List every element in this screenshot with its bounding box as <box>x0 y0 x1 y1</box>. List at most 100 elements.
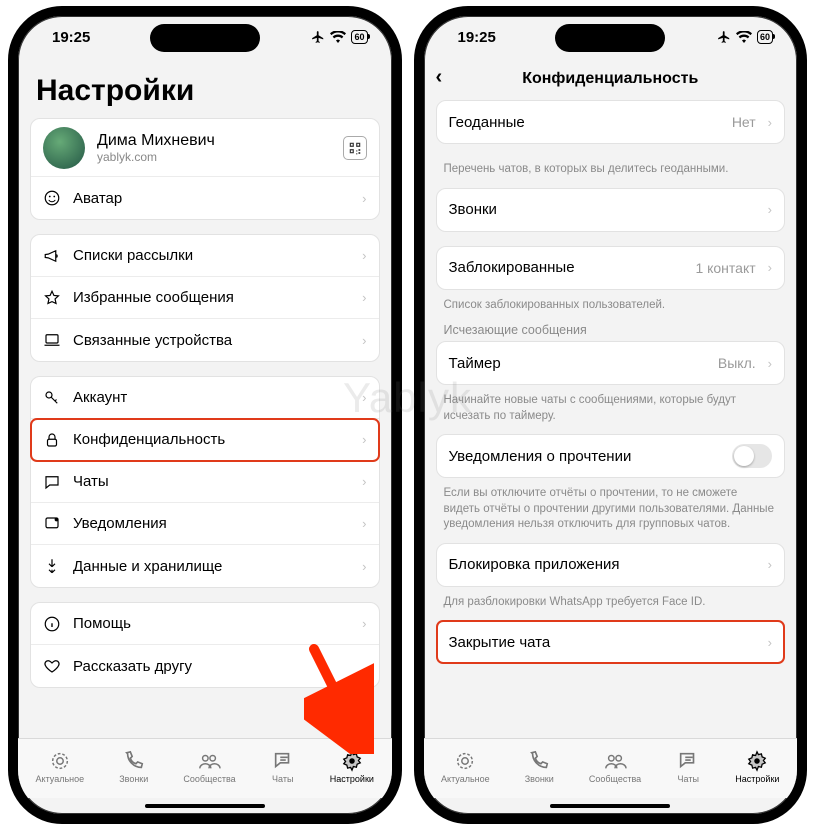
chats-label: Чаты <box>73 473 350 490</box>
chats-row[interactable]: Чаты › <box>31 461 379 503</box>
app-lock-label: Блокировка приложения <box>449 556 756 573</box>
help-group: Помощь › Рассказать другу <box>30 602 380 688</box>
chevron-right-icon: › <box>362 390 366 405</box>
home-indicator <box>18 798 392 814</box>
geo-row[interactable]: Геоданные Нет › <box>437 101 785 143</box>
read-receipts-group: Уведомления о прочтении <box>436 434 786 478</box>
profile-name: Дима Михневич <box>97 132 331 150</box>
privacy-row[interactable]: Конфиденциальность › <box>31 419 379 461</box>
chevron-right-icon: › <box>768 115 772 130</box>
calls-privacy-row[interactable]: Звонки › <box>437 189 785 231</box>
phone-right: 19:25 60 ‹ Конфиденциальность Геоданные … <box>414 6 808 824</box>
chat-lock-label: Закрытие чата <box>449 634 756 651</box>
tab-settings[interactable]: Настройки <box>330 750 374 784</box>
help-label: Помощь <box>73 615 350 632</box>
chevron-right-icon: › <box>362 333 366 348</box>
wifi-icon <box>736 31 752 43</box>
tab-updates[interactable]: Актуальное <box>441 750 490 784</box>
info-icon <box>43 615 61 633</box>
tell-label: Рассказать другу <box>73 658 367 675</box>
lock-icon <box>43 431 61 449</box>
wifi-icon <box>330 31 346 43</box>
chat-lock-row[interactable]: Закрытие чата › <box>437 621 785 663</box>
chevron-right-icon: › <box>362 248 366 263</box>
broadcast-row[interactable]: Списки рассылки › <box>31 235 379 277</box>
app-lock-footer: Для разблокировки WhatsApp требуется Fac… <box>436 591 786 621</box>
blocked-row[interactable]: Заблокированные 1 контакт › <box>437 247 785 289</box>
privacy-label: Конфиденциальность <box>73 431 350 448</box>
status-time: 19:25 <box>458 29 496 46</box>
nav-bar: ‹ Конфиденциальность <box>424 58 798 100</box>
back-button[interactable]: ‹ <box>436 66 443 89</box>
status-time: 19:25 <box>52 29 90 46</box>
timer-footer: Начинайте новые чаты с сообщениями, кото… <box>436 389 786 434</box>
status-icons: 60 <box>717 30 773 44</box>
chevron-right-icon: › <box>362 559 366 574</box>
linked-devices-row[interactable]: Связанные устройства › <box>31 319 379 361</box>
timer-row[interactable]: Таймер Выкл. › <box>437 342 785 384</box>
chevron-right-icon: › <box>362 516 366 531</box>
battery-icon: 60 <box>757 30 773 44</box>
avatar-label: Аватар <box>73 190 350 207</box>
notifications-label: Уведомления <box>73 515 350 532</box>
chevron-right-icon: › <box>362 474 366 489</box>
starred-label: Избранные сообщения <box>73 289 350 306</box>
qr-icon[interactable] <box>343 136 367 160</box>
timer-label: Таймер <box>449 355 706 372</box>
key-icon <box>43 389 61 407</box>
tab-calls[interactable]: Звонки <box>119 750 148 784</box>
disappearing-header: Исчезающие сообщения <box>436 323 786 341</box>
storage-label: Данные и хранилище <box>73 558 350 575</box>
geo-footer: Перечень чатов, в которых вы делитесь ге… <box>436 158 786 188</box>
dynamic-island <box>555 24 665 52</box>
avatar-row[interactable]: Аватар › <box>31 177 379 219</box>
help-row[interactable]: Помощь › <box>31 603 379 645</box>
chat-icon <box>43 473 61 491</box>
chevron-right-icon: › <box>362 616 366 631</box>
phone-left: 19:25 60 Настройки Дима Михневич yablyk.… <box>8 6 402 824</box>
airplane-icon <box>311 30 325 44</box>
blocked-value: 1 контакт <box>695 260 755 276</box>
read-receipts-row[interactable]: Уведомления о прочтении <box>437 435 785 477</box>
calls-group: Звонки › <box>436 188 786 232</box>
tab-communities[interactable]: Сообщества <box>183 750 235 784</box>
profile-subtitle: yablyk.com <box>97 150 331 164</box>
notifications-row[interactable]: Уведомления › <box>31 503 379 545</box>
megaphone-icon <box>43 247 61 265</box>
storage-row[interactable]: Данные и хранилище › <box>31 545 379 587</box>
profile-group: Дима Михневич yablyk.com Аватар › <box>30 118 380 220</box>
profile-row[interactable]: Дима Михневич yablyk.com <box>31 119 379 177</box>
tell-friend-row[interactable]: Рассказать другу <box>31 645 379 687</box>
chevron-right-icon: › <box>768 260 772 275</box>
timer-group: Таймер Выкл. › <box>436 341 786 385</box>
calls-label: Звонки <box>449 201 756 218</box>
tab-bar: Актуальное Звонки Сообщества Чаты Настро… <box>18 738 392 798</box>
face-icon <box>43 189 61 207</box>
tab-chats[interactable]: Чаты <box>271 750 295 784</box>
avatar-image <box>43 127 85 169</box>
read-receipts-footer: Если вы отключите отчёты о прочтении, то… <box>436 482 786 543</box>
bell-icon <box>43 515 61 533</box>
chevron-right-icon: › <box>768 356 772 371</box>
heart-icon <box>43 657 61 675</box>
tab-settings[interactable]: Настройки <box>735 750 779 784</box>
nav-title: Конфиденциальность <box>522 70 698 88</box>
tab-communities[interactable]: Сообщества <box>589 750 641 784</box>
star-icon <box>43 289 61 307</box>
blocked-group: Заблокированные 1 контакт › <box>436 246 786 290</box>
geo-value: Нет <box>732 114 756 130</box>
account-row[interactable]: Аккаунт › <box>31 377 379 419</box>
laptop-icon <box>43 331 61 349</box>
linked-label: Связанные устройства <box>73 332 350 349</box>
starred-row[interactable]: Избранные сообщения › <box>31 277 379 319</box>
data-icon <box>43 557 61 575</box>
status-bar: 19:25 60 <box>18 16 392 58</box>
read-receipts-toggle[interactable] <box>732 444 772 468</box>
app-lock-row[interactable]: Блокировка приложения › <box>437 544 785 586</box>
tab-updates[interactable]: Актуальное <box>36 750 85 784</box>
dynamic-island <box>150 24 260 52</box>
tab-chats[interactable]: Чаты <box>676 750 700 784</box>
chevron-right-icon: › <box>362 290 366 305</box>
blocked-label: Заблокированные <box>449 259 684 276</box>
tab-calls[interactable]: Звонки <box>525 750 554 784</box>
